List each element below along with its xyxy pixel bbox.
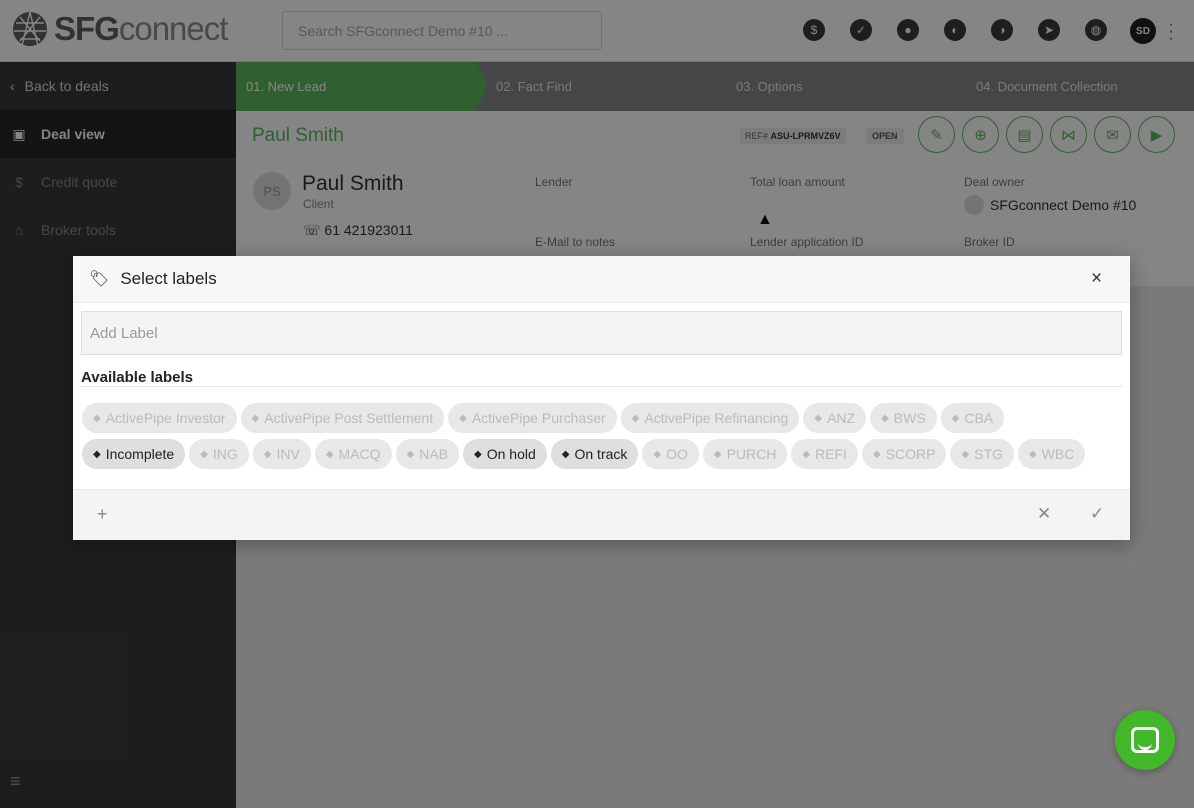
- label-chip-text: ANZ: [827, 410, 856, 426]
- label-chip[interactable]: ◆ ActivePipe Purchaser: [448, 403, 617, 433]
- tag-icon: ◆: [713, 448, 722, 460]
- label-chip-text: Incomplete: [105, 446, 175, 462]
- label-chip-text: OO: [666, 446, 688, 462]
- label-chip-text: STG: [974, 446, 1003, 462]
- label-chip-text: CBA: [964, 410, 994, 426]
- label-chip[interactable]: ◆ INV: [252, 439, 311, 469]
- tag-icon: ◆: [802, 448, 811, 460]
- tag-icon: ◆: [872, 448, 881, 460]
- label-chip[interactable]: ◆ NAB: [395, 439, 460, 469]
- chip-row: ◆ Incomplete ◆ ING ◆ INV ◆ MACQ ◆ NAB ◆ On hold ◆ On …: [82, 439, 1122, 469]
- label-chip-text: ING: [212, 446, 238, 462]
- label-chip-text: SCORP: [885, 446, 936, 462]
- label-chips: ◆ ActivePipe Investor ◆ ActivePipe Post Set…: [82, 403, 1122, 475]
- label-chip-text: ActivePipe Post Settlement: [264, 410, 434, 426]
- label-chip-text: BWS: [893, 410, 926, 426]
- available-labels-heading: Available labels: [81, 369, 194, 386]
- chat-icon: [1131, 727, 1159, 753]
- tag-icon: ◆: [653, 448, 662, 460]
- dialog-header: 🏷 Select labels: [73, 256, 1130, 303]
- label-chip-text: MACQ: [338, 446, 381, 462]
- label-chip[interactable]: ◆ On track: [550, 439, 639, 469]
- tag-icon: ◆: [631, 412, 640, 424]
- label-chip[interactable]: ◆ MACQ: [314, 439, 392, 469]
- add-icon[interactable]: +: [97, 504, 108, 525]
- label-chip-text: NAB: [419, 446, 449, 462]
- label-chip[interactable]: ◆ WBC: [1017, 439, 1086, 469]
- label-chip[interactable]: ◆ Incomplete: [82, 439, 186, 469]
- label-chip-text: REFI: [815, 446, 847, 462]
- label-chip-text: INV: [276, 446, 300, 462]
- label-chip[interactable]: ◆ STG: [950, 439, 1014, 469]
- dialog-footer: + ✕ ✓: [73, 489, 1130, 540]
- label-chip-text: ActivePipe Purchaser: [471, 410, 606, 426]
- divider: [81, 386, 1122, 387]
- chip-row: ◆ ActivePipe Investor ◆ ActivePipe Post Set…: [82, 403, 1122, 433]
- label-chip-text: On track: [574, 446, 628, 462]
- tag-icon: ◆: [93, 412, 101, 424]
- label-chip-text: ActivePipe Refinancing: [644, 410, 789, 426]
- tag-icon: ◆: [93, 448, 101, 460]
- cancel-icon[interactable]: ✕: [1037, 504, 1051, 524]
- tag-icon: ◆: [325, 448, 334, 460]
- select-labels-dialog: 🏷 Select labels × Available labels ◆ Acti…: [73, 256, 1130, 540]
- label-chip[interactable]: ◆ ActivePipe Investor: [82, 403, 237, 433]
- label-chip[interactable]: ◆ ING: [189, 439, 249, 469]
- label-chip[interactable]: ◆ CBA: [940, 403, 1005, 433]
- tag-icon: 🏷: [89, 271, 110, 288]
- confirm-icon[interactable]: ✓: [1090, 504, 1104, 524]
- tag-icon: ◆: [474, 448, 482, 460]
- label-chip[interactable]: ◆ REFI: [791, 439, 858, 469]
- tag-icon: ◆: [1028, 448, 1037, 460]
- close-icon[interactable]: ×: [1091, 268, 1102, 290]
- tag-icon: ◆: [251, 412, 260, 424]
- tag-icon: ◆: [961, 448, 970, 460]
- tag-icon: ◆: [881, 412, 889, 424]
- label-chip-text: WBC: [1041, 446, 1075, 462]
- label-chip-text: On hold: [486, 446, 536, 462]
- add-label-input[interactable]: [81, 311, 1122, 355]
- label-chip-text: PURCH: [726, 446, 777, 462]
- tag-icon: ◆: [814, 412, 823, 424]
- label-chip-text: ActivePipe Investor: [105, 410, 226, 426]
- tag-icon: ◆: [459, 412, 467, 424]
- chat-launcher-button[interactable]: [1115, 710, 1175, 770]
- label-chip[interactable]: ◆ PURCH: [702, 439, 788, 469]
- label-chip[interactable]: ◆ ActivePipe Post Settlement: [240, 403, 445, 433]
- tag-icon: ◆: [263, 448, 272, 460]
- label-chip[interactable]: ◆ OO: [642, 439, 699, 469]
- tag-icon: ◆: [951, 412, 960, 424]
- label-chip[interactable]: ◆ On hold: [463, 439, 547, 469]
- label-chip[interactable]: ◆ SCORP: [861, 439, 947, 469]
- label-chip[interactable]: ◆ ActivePipe Refinancing: [620, 403, 800, 433]
- label-chip[interactable]: ◆ BWS: [870, 403, 937, 433]
- dialog-title: Select labels: [120, 269, 217, 288]
- tag-icon: ◆: [200, 448, 208, 460]
- tag-icon: ◆: [406, 448, 415, 460]
- tag-icon: ◆: [561, 448, 570, 460]
- label-chip[interactable]: ◆ ANZ: [803, 403, 867, 433]
